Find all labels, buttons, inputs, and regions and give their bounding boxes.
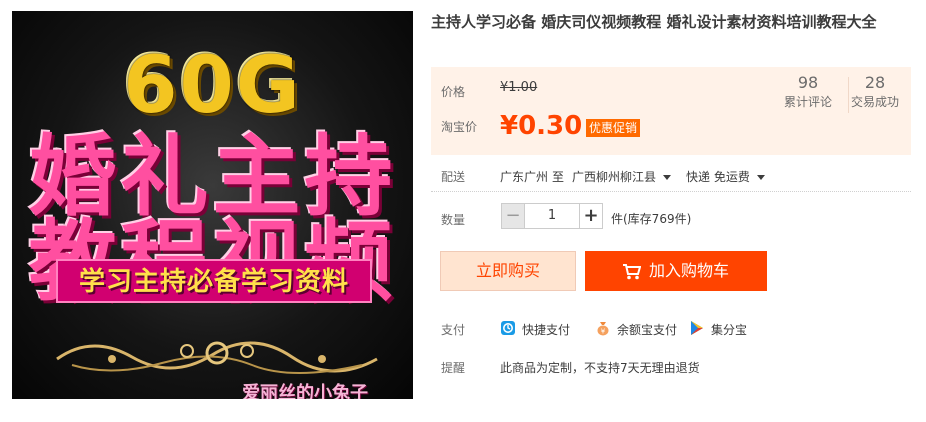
price-label: 价格 — [441, 85, 466, 99]
shipping-label: 配送 — [441, 170, 466, 184]
reminder-label: 提醒 — [441, 361, 466, 375]
sales-stat: 28 交易成功 — [846, 73, 904, 110]
buy-now-button[interactable]: 立即购买 — [440, 251, 576, 291]
add-to-cart-button[interactable]: 加入购物车 — [585, 251, 767, 291]
payment-label: 支付 — [441, 323, 466, 337]
image-banner-text: 学习主持必备学习资料 — [78, 267, 349, 297]
cart-icon — [622, 263, 641, 279]
sales-count: 28 — [864, 73, 886, 92]
reviews-count: 98 — [797, 73, 819, 92]
product-title: 主持人学习必备 婚庆司仪视频教程 婚礼设计素材资料培训教程大全 — [431, 13, 877, 31]
image-watermark: 爱丽丝的小兔子 — [242, 383, 368, 399]
yuebao-icon: ¥ — [597, 322, 609, 336]
shipping-destination-select[interactable]: 广西柳州柳江县 — [572, 168, 672, 185]
jifenbao-icon — [691, 321, 703, 335]
quantity-decrease-button[interactable]: − — [501, 203, 525, 229]
payment-method-jifenbao[interactable]: 集分宝 — [711, 321, 747, 338]
quantity-label: 数量 — [441, 213, 466, 227]
price-panel: 价格 ¥1.00 淘宝价 ¥0.30 优惠促销 98 累计评论 28 交易成功 — [431, 67, 911, 155]
add-to-cart-label: 加入购物车 — [648, 261, 729, 280]
promo-badge[interactable]: 优惠促销 — [586, 119, 641, 137]
ornament-icon — [56, 341, 378, 374]
shipping-method-select[interactable]: 快递 免运费 — [686, 168, 765, 185]
chevron-down-icon — [756, 175, 765, 180]
current-price: ¥0.30 — [500, 111, 583, 141]
sales-label: 交易成功 — [850, 95, 899, 109]
taobao-price-label: 淘宝价 — [441, 120, 478, 134]
original-price: ¥1.00 — [500, 80, 538, 95]
reviews-label: 累计评论 — [783, 95, 832, 109]
shipping-method: 快递 免运费 — [686, 170, 750, 184]
chevron-down-icon — [663, 175, 672, 180]
payment-method-yuebao[interactable]: 余额宝支付 — [617, 321, 677, 338]
reviews-stat[interactable]: 98 累计评论 — [779, 73, 837, 110]
shipping-to-word: 至 — [552, 170, 565, 184]
stock-info: 件(库存769件) — [611, 212, 692, 226]
svg-text:¥: ¥ — [601, 328, 606, 336]
shipping-destination: 广西柳州柳江县 — [572, 170, 657, 184]
quantity-input[interactable]: 1 — [525, 203, 579, 229]
shipping-from: 广东广州 — [500, 170, 549, 184]
reminder-text: 此商品为定制，不支持7天无理由退货 — [500, 361, 700, 375]
quantity-increase-button[interactable]: + — [579, 203, 603, 229]
quick-pay-icon — [501, 321, 515, 335]
divider — [431, 191, 911, 192]
product-image[interactable]: 60G 婚礼主持 教程视频 学习主持必备学习资料 爱丽丝的小兔子 — [12, 11, 413, 399]
payment-method-quick[interactable]: 快捷支付 — [522, 321, 570, 338]
